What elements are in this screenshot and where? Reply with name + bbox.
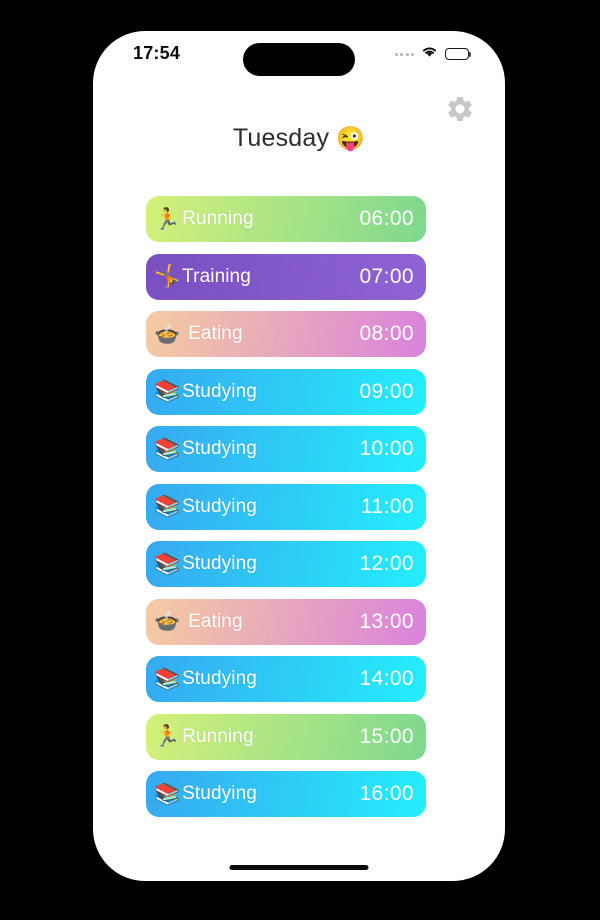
task-time-label: 14:00 xyxy=(359,667,414,690)
task-row[interactable]: 📚 Studying 12:00 xyxy=(146,541,426,587)
task-activity-label: Studying xyxy=(182,783,257,804)
signal-dots-icon xyxy=(394,52,414,56)
task-emoji-icon: 🤸 xyxy=(154,265,181,288)
task-row[interactable]: 🏃 Running 15:00 xyxy=(146,713,426,760)
schedule-list: 🏃 Running 06:00 🤸 Training 07:00 🍲 Eating 08:00 📚… xyxy=(146,196,426,817)
task-emoji-icon: 🍲 xyxy=(154,610,181,633)
page-title-text: Tuesday xyxy=(232,124,330,152)
task-activity-label: Studying xyxy=(182,438,257,459)
task-time-label: 08:00 xyxy=(359,322,414,345)
task-emoji-icon: 📚 xyxy=(154,495,181,518)
task-time-label: 12:00 xyxy=(359,552,414,575)
page-title-emoji: 😜 xyxy=(336,125,366,151)
task-activity-label: Studying xyxy=(182,553,257,574)
status-bar-indicators xyxy=(394,45,472,63)
task-activity-label: Training xyxy=(182,265,251,287)
task-emoji-icon: 📚 xyxy=(154,782,181,806)
page-title: Tuesday 😜 xyxy=(93,124,505,153)
task-activity-label: Studying xyxy=(182,380,257,402)
task-time-label: 16:00 xyxy=(359,782,414,805)
task-emoji-icon: 📚 xyxy=(154,437,181,461)
home-indicator xyxy=(229,865,369,870)
task-row[interactable]: 📚 Studying 11:00 xyxy=(146,483,426,530)
phone-frame: 17:54 Tuesday 😜 🏃 Running 06:00 🤸 Traini… xyxy=(93,31,505,881)
task-activity-label: Eating xyxy=(188,610,243,632)
task-row[interactable]: 🤸 Training 07:00 xyxy=(146,253,426,300)
task-time-label: 10:00 xyxy=(359,437,414,460)
task-row[interactable]: 🏃 Running 06:00 xyxy=(146,196,426,242)
dynamic-island xyxy=(243,43,355,76)
task-emoji-icon: 🏃 xyxy=(154,725,181,748)
task-activity-label: Eating xyxy=(188,323,243,344)
task-activity-label: Running xyxy=(182,725,254,747)
task-time-label: 11:00 xyxy=(361,494,414,518)
status-bar: 17:54 xyxy=(93,31,505,79)
task-time-label: 07:00 xyxy=(359,264,414,288)
battery-full-icon xyxy=(445,48,472,60)
gear-icon xyxy=(448,96,472,122)
settings-button[interactable] xyxy=(445,94,475,124)
task-time-label: 15:00 xyxy=(359,724,414,748)
status-bar-time: 17:54 xyxy=(133,43,181,63)
task-emoji-icon: 📚 xyxy=(154,380,181,403)
task-time-label: 09:00 xyxy=(359,379,414,403)
task-emoji-icon: 📚 xyxy=(154,552,181,576)
task-row[interactable]: 🍲 Eating 08:00 xyxy=(146,311,426,357)
task-time-label: 13:00 xyxy=(359,609,414,633)
task-emoji-icon: 🍲 xyxy=(154,322,181,346)
task-time-label: 06:00 xyxy=(359,207,414,230)
task-row[interactable]: 📚 Studying 16:00 xyxy=(146,771,426,817)
wifi-icon xyxy=(421,45,438,63)
task-emoji-icon: 📚 xyxy=(154,667,181,691)
task-activity-label: Studying xyxy=(182,495,257,517)
task-row[interactable]: 🍲 Eating 13:00 xyxy=(146,598,426,645)
task-emoji-icon: 🏃 xyxy=(154,207,181,231)
task-row[interactable]: 📚 Studying 09:00 xyxy=(146,368,426,415)
task-row[interactable]: 📚 Studying 10:00 xyxy=(146,426,426,472)
task-activity-label: Running xyxy=(182,208,254,229)
task-activity-label: Studying xyxy=(182,668,257,689)
task-row[interactable]: 📚 Studying 14:00 xyxy=(146,656,426,702)
